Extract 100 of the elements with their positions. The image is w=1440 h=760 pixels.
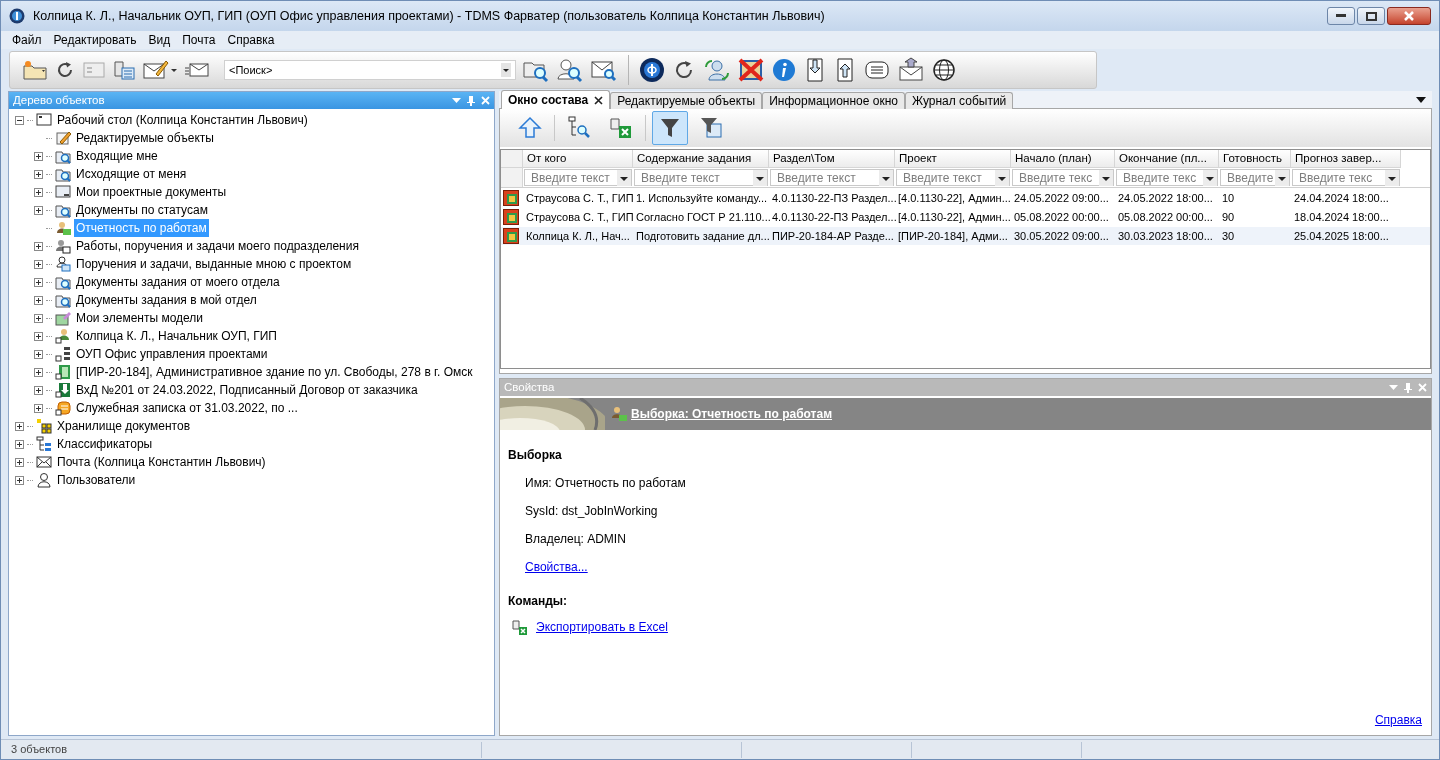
mail-icon <box>36 454 52 470</box>
filter-field[interactable]: Введите текст <box>770 169 894 186</box>
globe-icon[interactable] <box>931 57 957 83</box>
tree-item[interactable]: Хранилище документов <box>55 417 193 435</box>
filter-field[interactable]: Введите текст <box>634 169 768 186</box>
expand-icon[interactable] <box>34 259 43 269</box>
tree-item[interactable]: Документы по статусам <box>74 201 210 219</box>
menu-item[interactable]: Файл <box>7 31 47 49</box>
expand-icon[interactable] <box>15 457 24 467</box>
table-cell-text: 90 <box>1221 209 1236 225</box>
tree-item[interactable]: Документы задания в мой отдел <box>74 291 259 309</box>
tab[interactable]: Журнал событий <box>904 92 1014 109</box>
expand-icon[interactable] <box>15 475 24 485</box>
filter-field[interactable]: Введите текс <box>1292 169 1400 186</box>
expand-icon[interactable] <box>34 241 43 251</box>
column-header[interactable]: Проект <box>895 150 1011 168</box>
tab[interactable]: Окно состава <box>501 90 611 109</box>
mail-send-icon[interactable] <box>897 57 925 83</box>
column-header[interactable]: Начало (план) <box>1011 150 1115 168</box>
collapse-icon[interactable] <box>15 115 24 125</box>
filter-field[interactable]: Введите текс <box>1012 169 1114 186</box>
info-icon[interactable] <box>771 57 797 83</box>
property-text: SysId: dst_JobInWorking <box>525 503 659 520</box>
tree-item[interactable]: Классификаторы <box>55 435 155 453</box>
column-header[interactable]: Готовность <box>1219 150 1291 168</box>
building-icon <box>55 364 71 380</box>
filter-field[interactable]: Введите текст <box>896 169 1010 186</box>
expand-icon[interactable] <box>34 151 43 161</box>
expand-icon[interactable] <box>34 385 43 395</box>
tree-item[interactable]: Исходящие от меня <box>74 165 189 183</box>
new-folder-icon[interactable] <box>22 59 48 81</box>
task-icon <box>503 228 519 244</box>
expand-icon[interactable] <box>34 349 43 359</box>
expand-icon[interactable] <box>34 295 43 305</box>
tree-item[interactable]: Входящие мне <box>74 147 160 165</box>
tab[interactable]: Редактируемые объекты <box>610 92 763 109</box>
tree-item[interactable]: Колпица К. Л., Начальник ОУП, ГИП <box>74 327 279 345</box>
users-sync-icon[interactable] <box>703 57 731 83</box>
tree-item[interactable]: Служебная записка от 31.03.2022, по ... <box>74 399 300 417</box>
table-row[interactable]: Страусова С. Т., ГИП Согласно ГОСТ Р 21.110...4.0.1130-22-ПЗ Раздел...[4.0.1130-22], Админ... 05.08.2022 00:00... 05.08.2022 00:00... 90 18.04.2024 18:00... <box>501 208 1430 226</box>
expand-icon[interactable] <box>34 403 43 413</box>
envelope-pencil-icon[interactable] <box>142 58 178 82</box>
pin-icon[interactable] <box>467 95 475 106</box>
menu-item[interactable]: Справка <box>222 31 280 49</box>
command-link[interactable]: Экспортировать в Excel <box>536 618 668 636</box>
column-header[interactable]: Содержание задания <box>633 150 769 168</box>
expand-icon[interactable] <box>34 313 43 323</box>
tree-item[interactable]: Редактируемые объекты <box>74 129 216 147</box>
tree-item[interactable]: Работы, поручения и задачи моего подразделения <box>74 237 361 255</box>
puzzle-table-icon[interactable] <box>112 58 136 82</box>
table-row[interactable]: Страусова С. Т., ГИП 1. Используйте команду... 4.0.1130-22-ПЗ Раздел...[4.0.1130-22], Админ... 24.05.2022 09:00... 24.05.2022 18:00... 10 24.04.2024 18:00... <box>501 189 1430 207</box>
panel-title: Свойства <box>504 379 555 395</box>
tree-item[interactable]: Рабочий стол (Колпица Константин Львович) <box>55 111 310 129</box>
structure-icon <box>55 346 71 362</box>
minimize-button[interactable] <box>1327 7 1355 25</box>
user-search-icon[interactable] <box>556 57 584 83</box>
table-row[interactable]: Колпица К. Л., Нач... Подготовить задание дл... ПИР-20-184-АР Разде... [ПИР-20-184], Адми... 30.05.2022 09:00... 30.03.2023 18:00... 30 25.04.2025 18:00... <box>501 227 1430 245</box>
tree-item[interactable]: ВхД №201 от 24.03.2022, Подписанный Договор от заказчика <box>74 381 420 399</box>
column-header[interactable]: От кого <box>523 150 633 168</box>
search-field[interactable]: <Поиск> <box>224 60 516 80</box>
help-link[interactable]: Справка <box>1374 711 1422 729</box>
column-header[interactable]: Раздел\Том <box>769 150 895 168</box>
tree-item[interactable]: Почта (Колпица Константин Львович) <box>55 453 268 471</box>
filter-field[interactable]: Введите <box>1220 169 1290 186</box>
expand-icon[interactable] <box>15 421 24 431</box>
tree-item[interactable]: ОУП Офис управления проектами <box>74 345 270 363</box>
menu-item[interactable]: Вид <box>143 31 176 49</box>
desktop-icon <box>36 112 52 128</box>
menu-item[interactable]: Почта <box>177 31 221 49</box>
expand-icon[interactable] <box>34 187 43 197</box>
column-header[interactable]: Прогноз завер... <box>1291 150 1401 168</box>
banner-link[interactable]: Выборка: Отчетность по работам <box>631 405 833 423</box>
expand-icon[interactable] <box>34 169 43 179</box>
expand-icon[interactable] <box>15 439 24 449</box>
close-icon[interactable] <box>594 95 604 105</box>
folder-search-icon <box>55 274 71 290</box>
tree-item[interactable]: Мои элементы модели <box>74 309 206 327</box>
dropdown-arrow-icon[interactable] <box>1416 97 1426 103</box>
table-cell-text: 4.0.1130-22-ПЗ Раздел... <box>771 190 895 206</box>
menu-item[interactable]: Редактировать <box>48 31 142 49</box>
logo-ball-icon[interactable] <box>639 57 665 83</box>
toolbar-button[interactable] <box>652 111 688 145</box>
close-button[interactable] <box>1387 7 1431 25</box>
cross-out-icon[interactable] <box>737 57 765 83</box>
tab[interactable]: Информационное окно <box>762 92 905 109</box>
maximize-button[interactable] <box>1357 7 1385 25</box>
properties-link[interactable]: Свойства... <box>525 558 588 576</box>
expand-icon[interactable] <box>34 205 43 215</box>
tree-item[interactable]: Поручения и задачи, выданные мною с проектом <box>74 255 354 273</box>
filter-field[interactable]: Введите текст <box>524 169 632 186</box>
tree-item[interactable]: [ПИР-20-184], Административное здание по ул. Свободы, 278 в г. Омск <box>74 363 475 381</box>
tree-item[interactable]: Пользователи <box>55 471 138 489</box>
filter-field[interactable]: Введите текс <box>1116 169 1218 186</box>
filter-table-icon <box>699 115 725 141</box>
expand-icon[interactable] <box>34 331 43 341</box>
column-header[interactable]: Окончание (пл... <box>1115 150 1219 168</box>
tree-item[interactable]: Документы задания от моего отдела <box>74 273 282 291</box>
expand-icon[interactable] <box>34 277 43 287</box>
tree-item[interactable]: Мои проектные документы <box>74 183 229 201</box>
expand-icon[interactable] <box>34 367 43 377</box>
